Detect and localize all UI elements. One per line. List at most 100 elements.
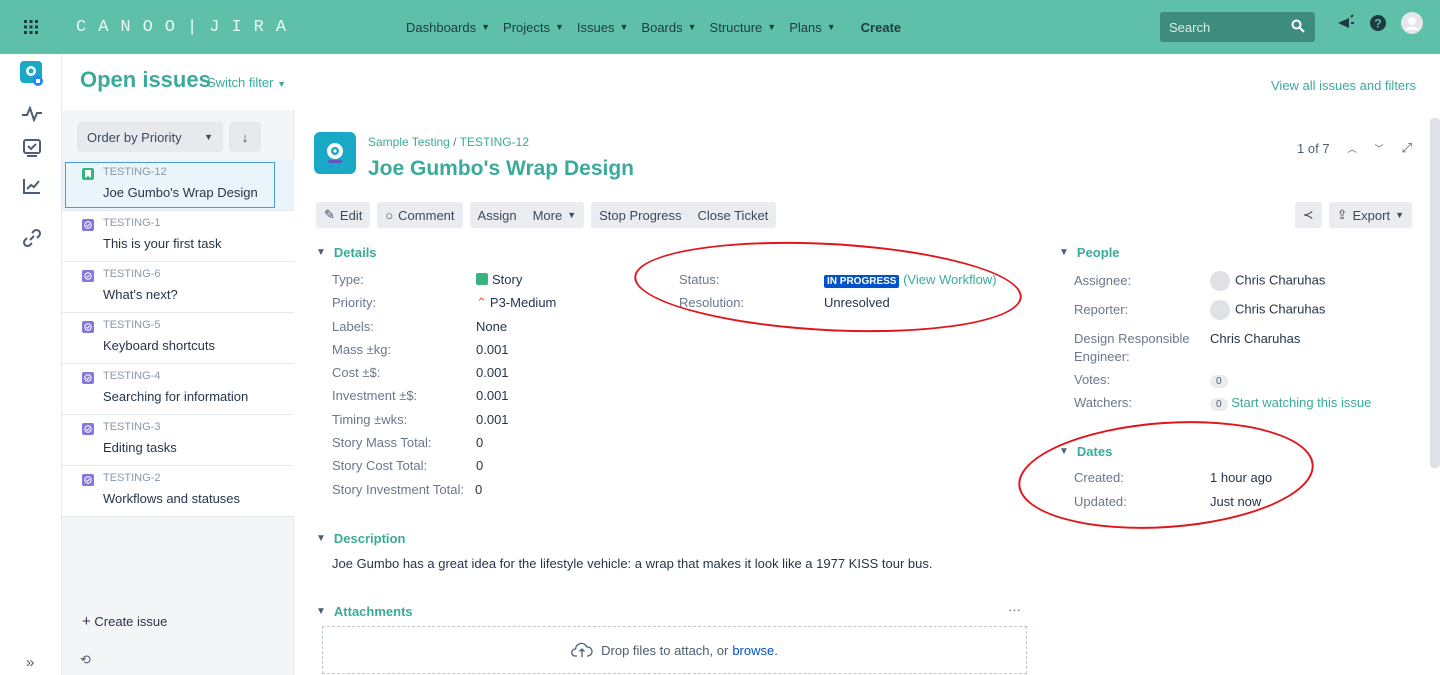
assignee-value[interactable]: Chris Charuhas <box>1210 271 1325 291</box>
priority-value: ⌃ P3-Medium <box>476 295 556 311</box>
more-options-icon[interactable]: ··· <box>1008 602 1021 617</box>
issue-key: TESTING-6 <box>103 268 161 280</box>
chevron-down-icon: ▼ <box>555 22 564 32</box>
notifications-icon[interactable] <box>1335 14 1355 32</box>
sort-direction-button[interactable]: ↓ <box>229 122 261 152</box>
menu-projects[interactable]: Projects ▼ <box>503 20 564 35</box>
issue-summary: What's next? <box>103 287 178 302</box>
menu-plans[interactable]: Plans ▼ <box>789 20 835 35</box>
issue-key: TESTING-4 <box>103 370 161 382</box>
browse-link[interactable]: browse. <box>732 643 778 658</box>
description-text[interactable]: Joe Gumbo has a great idea for the lifes… <box>332 556 933 571</box>
comment-button[interactable]: ○ Comment <box>377 202 463 228</box>
attachments-heading: Attachments <box>333 604 413 619</box>
field-value: 0 <box>476 435 484 450</box>
chevron-down-icon[interactable]: ﹀ <box>1375 142 1384 155</box>
list-item[interactable]: TESTING-2 Workflows and statuses <box>62 466 294 517</box>
drop-text: Drop files to attach, or <box>601 642 729 658</box>
list-item[interactable]: TESTING-1 This is your first task <box>62 211 294 262</box>
comment-label: Comment <box>398 207 455 223</box>
task-icon <box>82 423 94 435</box>
close-ticket-button[interactable]: Close Ticket <box>689 202 777 228</box>
stop-progress-button[interactable]: Stop Progress <box>591 202 690 228</box>
attachment-dropzone[interactable]: Drop files to attach, or browse. <box>322 626 1027 674</box>
menu-dashboards[interactable]: Dashboards ▼ <box>406 20 490 35</box>
assign-button[interactable]: Assign <box>469 202 525 228</box>
assign-more-group: Assign More ▼ <box>469 202 585 228</box>
annotation-circle-status <box>631 232 1025 342</box>
menu-issues[interactable]: Issues ▼ <box>577 20 629 35</box>
app-switcher-icon[interactable] <box>0 0 62 54</box>
more-button[interactable]: More ▼ <box>524 202 585 228</box>
expand-sidebar-icon[interactable]: » <box>26 654 34 671</box>
nav-icons: ? <box>1335 12 1423 34</box>
breadcrumb-project[interactable]: Sample Testing <box>368 135 450 149</box>
more-label: More <box>532 207 563 223</box>
search-input[interactable]: Search <box>1160 12 1315 42</box>
create-issue-button[interactable]: + Create issue <box>82 613 167 630</box>
user-avatar-icon <box>1210 271 1230 291</box>
issue-detail: Sample Testing / TESTING-12 Joe Gumbo's … <box>296 110 1440 675</box>
description-heading: Description <box>333 531 406 546</box>
chevron-down-icon: ▼ <box>277 79 287 89</box>
share-icon: ≺ <box>1302 207 1314 222</box>
list-item[interactable]: TESTING-5 Keyboard shortcuts <box>62 313 294 364</box>
issue-key: TESTING-3 <box>103 421 161 433</box>
page-title: Open issues <box>80 67 211 92</box>
field-value: 0.001 <box>476 365 509 380</box>
help-icon[interactable]: ? <box>1369 14 1387 32</box>
project-avatar-icon[interactable] <box>20 61 44 86</box>
pencil-icon: ✎ <box>324 207 335 222</box>
votes-value[interactable]: 0 <box>1210 372 1228 388</box>
details-header[interactable]: ▼ Details <box>316 245 377 260</box>
list-item[interactable]: TESTING-12 Joe Gumbo's Wrap Design <box>62 160 294 211</box>
field-value: 0 <box>476 458 484 473</box>
reports-icon[interactable] <box>20 174 44 198</box>
details-heading: Details <box>333 245 377 260</box>
list-item[interactable]: TESTING-6 What's next? <box>62 262 294 313</box>
menu-boards[interactable]: Boards ▼ <box>641 20 696 35</box>
share-button[interactable]: ≺ <box>1294 202 1322 228</box>
menu-label: Issues <box>576 19 615 35</box>
menu-structure[interactable]: Structure ▼ <box>710 20 777 35</box>
description-header[interactable]: ▼ Description <box>316 531 405 546</box>
people-header[interactable]: ▼ People <box>1059 245 1120 260</box>
project-avatar-icon <box>314 132 356 174</box>
comment-icon: ○ <box>385 207 394 223</box>
start-watching-link[interactable]: Start watching this issue <box>1231 395 1371 410</box>
order-by-label: Order by Priority <box>87 129 182 145</box>
assignee-name: Chris Charuhas <box>1235 272 1326 288</box>
edit-label: Edit <box>339 207 363 223</box>
link-icon[interactable] <box>20 226 44 250</box>
order-by-dropdown[interactable]: Order by Priority ▼ <box>77 122 223 152</box>
breadcrumb-issue-key[interactable]: TESTING-12 <box>460 135 529 149</box>
issue-list: TESTING-12 Joe Gumbo's Wrap Design TESTI… <box>62 160 294 517</box>
export-button[interactable]: ⇪ Export ▼ <box>1328 202 1412 228</box>
search-icon <box>1291 19 1305 33</box>
scrollbar[interactable] <box>1430 118 1440 468</box>
collapse-icon: ▼ <box>316 606 326 617</box>
chevron-up-icon[interactable]: ︿ <box>1348 142 1357 155</box>
activity-icon[interactable] <box>20 102 44 126</box>
list-item[interactable]: TESTING-4 Searching for information <box>62 364 294 415</box>
field-label: Labels: <box>332 319 374 334</box>
expand-icon[interactable]: ⤢ <box>1402 140 1412 156</box>
field-label: Type: <box>332 272 364 287</box>
issue-key: TESTING-1 <box>103 217 161 229</box>
switch-filter-button[interactable]: Switch filter ▼ <box>207 75 286 90</box>
chevron-down-icon: ▼ <box>767 22 777 32</box>
workflow-group: Stop Progress Close Ticket <box>591 202 777 228</box>
create-button[interactable]: Create <box>861 20 901 35</box>
board-icon[interactable] <box>20 136 44 160</box>
user-avatar-icon[interactable] <box>1401 12 1423 34</box>
reporter-value[interactable]: Chris Charuhas <box>1210 300 1325 320</box>
refresh-icon[interactable]: ⟲ <box>80 652 91 668</box>
view-all-issues-link[interactable]: View all issues and filters <box>1271 78 1416 93</box>
attachments-header[interactable]: ▼ Attachments <box>316 604 413 619</box>
task-icon <box>82 474 94 486</box>
reporter-label: Reporter: <box>1074 302 1129 317</box>
list-item[interactable]: TESTING-3 Editing tasks <box>62 415 294 466</box>
brand-logo[interactable]: CANOO|JIRA <box>76 18 406 37</box>
issue-title: Joe Gumbo's Wrap Design <box>368 157 634 180</box>
edit-button[interactable]: ✎ Edit <box>316 202 371 228</box>
